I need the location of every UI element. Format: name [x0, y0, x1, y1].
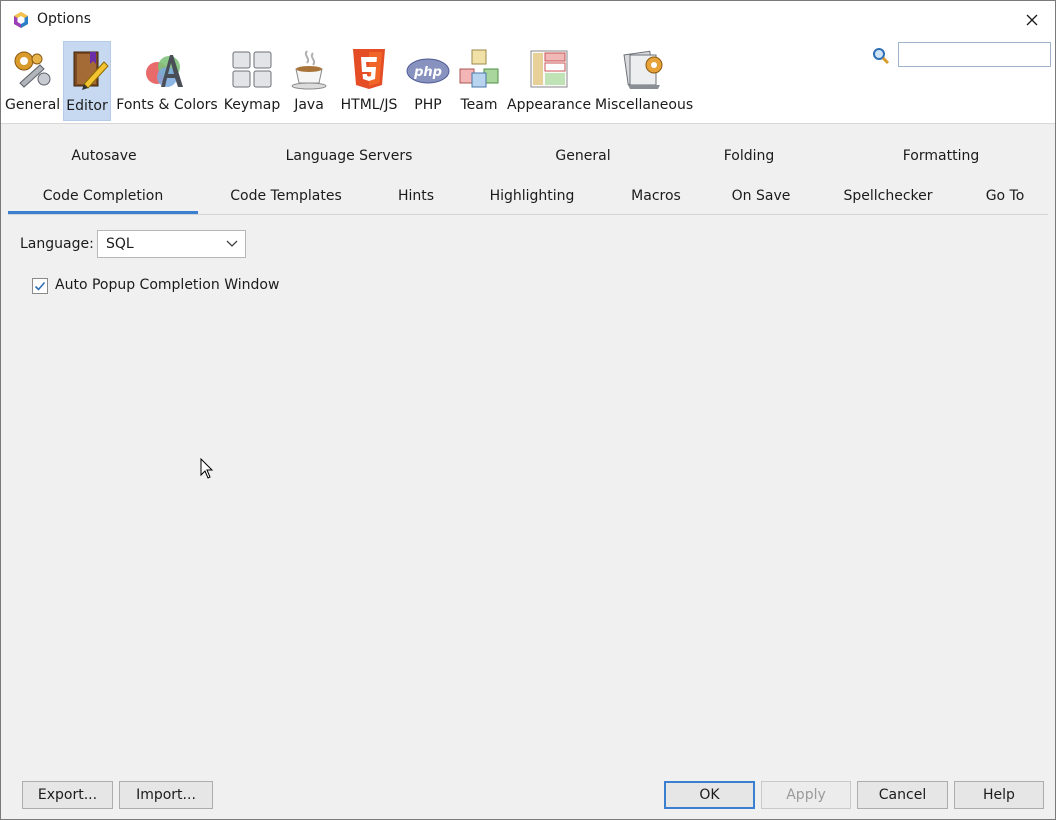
- language-select-value: SQL: [106, 236, 134, 252]
- category-label: Java: [294, 97, 324, 113]
- tab-formatting[interactable]: Formatting: [903, 148, 979, 164]
- cancel-button[interactable]: Cancel: [857, 781, 948, 809]
- php-icon: php: [406, 58, 450, 84]
- active-tab-indicator: [8, 211, 198, 214]
- category-label: General: [5, 97, 61, 113]
- category-appearance[interactable]: Appearance: [507, 41, 591, 121]
- tab-folding[interactable]: Folding: [724, 148, 775, 164]
- ok-button[interactable]: OK: [664, 781, 755, 809]
- tab-code-completion[interactable]: Code Completion: [43, 188, 163, 204]
- category-php[interactable]: php PHP: [405, 41, 451, 121]
- team-cubes-icon: [459, 49, 499, 88]
- editor-book-icon: [73, 51, 109, 90]
- category-toolbar: General Editor Fonts & Colors Keymap Jav…: [1, 39, 1055, 124]
- category-label: Miscellaneous: [595, 97, 694, 113]
- language-label: Language:: [20, 236, 94, 252]
- tab-language-servers[interactable]: Language Servers: [286, 148, 413, 164]
- category-java[interactable]: Java: [287, 41, 331, 121]
- search-icon: [873, 48, 890, 65]
- tab-spellchecker[interactable]: Spellchecker: [843, 188, 932, 204]
- window-title: Options: [37, 11, 92, 27]
- checkmark-icon: [34, 281, 46, 291]
- category-editor[interactable]: Editor: [63, 41, 111, 121]
- category-general[interactable]: General: [5, 41, 61, 121]
- tab-go-to[interactable]: Go To: [986, 188, 1025, 204]
- category-label: Team: [460, 97, 498, 113]
- category-label: PHP: [414, 97, 442, 113]
- tab-hints[interactable]: Hints: [398, 188, 434, 204]
- category-miscellaneous[interactable]: Miscellaneous: [595, 41, 693, 121]
- apply-button[interactable]: Apply: [761, 781, 851, 809]
- search-input[interactable]: [898, 42, 1051, 67]
- category-fonts-colors[interactable]: Fonts & Colors: [115, 41, 219, 121]
- fonts-colors-icon: [146, 55, 183, 87]
- title-bar: Options: [1, 1, 1055, 39]
- appearance-layout-icon: [530, 50, 568, 88]
- netbeans-logo-icon: [14, 12, 28, 28]
- chevron-down-icon: [226, 240, 238, 247]
- close-button[interactable]: [1009, 1, 1055, 39]
- html5-icon: [353, 49, 385, 89]
- help-button[interactable]: Help: [954, 781, 1044, 809]
- category-label: Appearance: [507, 97, 592, 113]
- wrench-gears-icon: [14, 51, 51, 88]
- tab-autosave[interactable]: Autosave: [71, 148, 136, 164]
- category-label: Editor: [66, 98, 108, 114]
- mouse-cursor-icon: [200, 458, 214, 479]
- java-cup-icon: [291, 50, 327, 90]
- auto-popup-label: Auto Popup Completion Window: [55, 277, 280, 293]
- tab-code-templates[interactable]: Code Templates: [230, 188, 341, 204]
- export-button[interactable]: Export...: [22, 781, 113, 809]
- category-label: Fonts & Colors: [116, 97, 218, 113]
- category-label: Keymap: [223, 97, 281, 113]
- options-dialog: Options General Editor Fonts & Colors Ke…: [0, 0, 1056, 820]
- svg-text:php: php: [413, 65, 442, 80]
- keyboard-icon: [232, 51, 272, 88]
- tab-on-save[interactable]: On Save: [732, 188, 791, 204]
- category-keymap[interactable]: Keymap: [223, 41, 281, 121]
- tabs-divider: [8, 214, 1048, 215]
- language-select[interactable]: SQL: [97, 230, 246, 258]
- close-icon: [1026, 14, 1038, 26]
- tab-general[interactable]: General: [555, 148, 610, 164]
- category-team[interactable]: Team: [455, 41, 503, 121]
- import-button[interactable]: Import...: [119, 781, 213, 809]
- tab-highlighting[interactable]: Highlighting: [490, 188, 575, 204]
- auto-popup-checkbox[interactable]: [32, 278, 48, 294]
- category-html-js[interactable]: HTML/JS: [337, 41, 401, 121]
- miscellaneous-icon: [623, 50, 663, 89]
- tab-macros[interactable]: Macros: [631, 188, 681, 204]
- category-label: HTML/JS: [340, 97, 398, 113]
